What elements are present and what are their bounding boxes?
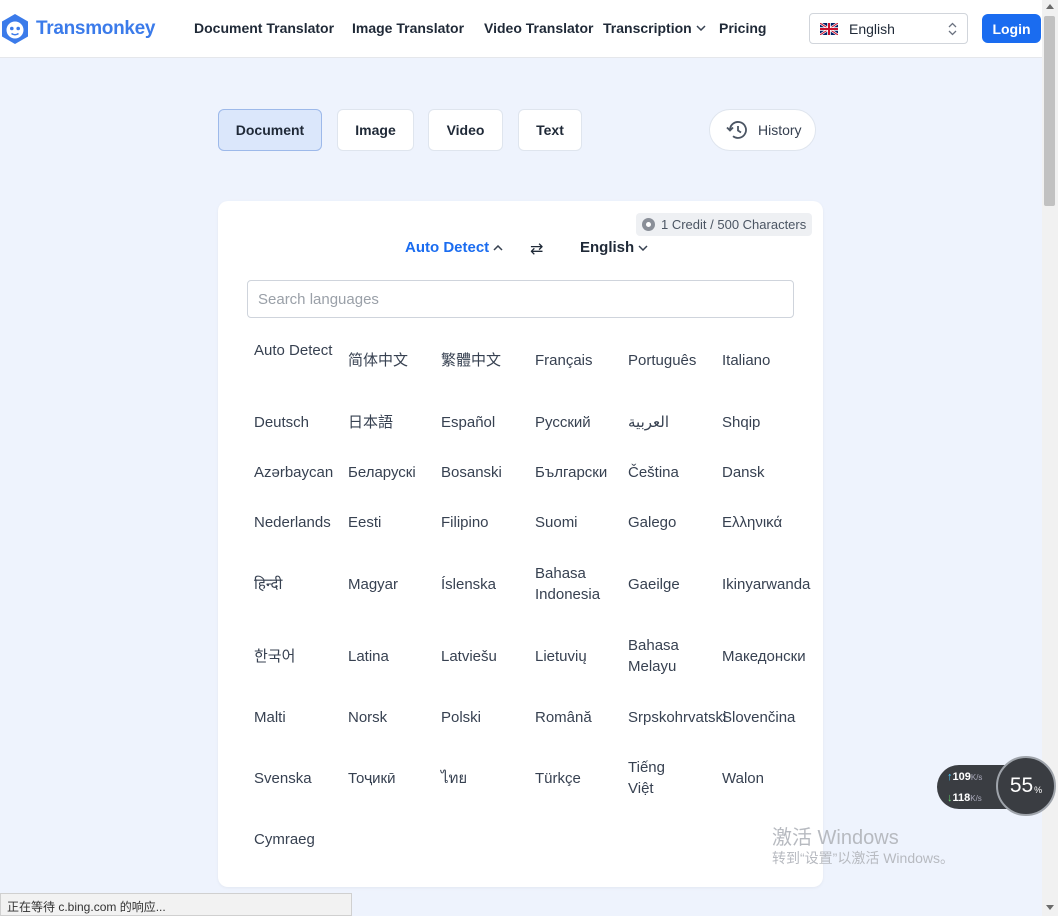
tab-image[interactable]: Image [337, 109, 414, 151]
monkey-logo-icon [2, 14, 28, 44]
nav-transcription-label: Transcription [603, 20, 692, 36]
select-updown-icon [948, 22, 957, 36]
chevron-down-icon [638, 245, 648, 251]
target-language-select[interactable]: English [580, 239, 648, 256]
upload-speed: ↑109K/s [947, 771, 982, 783]
tab-text[interactable]: Text [518, 109, 582, 151]
language-option[interactable]: Română [535, 707, 627, 728]
nav-transcription[interactable]: Transcription [603, 20, 706, 36]
language-option[interactable]: Gaeilge [628, 574, 720, 595]
language-option[interactable]: Тоҷикӣ [348, 768, 440, 789]
uk-flag-icon [820, 22, 838, 35]
language-option[interactable]: Norsk [348, 707, 440, 728]
language-option[interactable]: हिन्दी [254, 574, 346, 595]
chevron-up-icon [493, 245, 503, 251]
language-option[interactable]: Français [535, 350, 627, 371]
language-option[interactable]: Eesti [348, 512, 440, 533]
language-option[interactable]: Русский [535, 412, 627, 433]
language-option[interactable]: Македонски [722, 646, 817, 667]
cpu-usage-unit: % [1034, 785, 1043, 795]
language-option[interactable]: Filipino [441, 512, 533, 533]
tab-video[interactable]: Video [428, 109, 503, 151]
nav-document-translator[interactable]: Document Translator [194, 20, 334, 36]
language-option[interactable]: Auto Detect [254, 340, 346, 361]
language-option[interactable]: Ελληνικά [722, 512, 814, 533]
language-option[interactable]: Español [441, 412, 533, 433]
language-option[interactable]: Svenska [254, 768, 346, 789]
nav-video-translator[interactable]: Video Translator [484, 20, 593, 36]
language-option[interactable]: Português [628, 350, 720, 371]
swap-languages-icon[interactable]: ⇄ [530, 239, 543, 259]
language-option[interactable]: Български [535, 462, 627, 483]
nav-image-translator[interactable]: Image Translator [352, 20, 464, 36]
top-header: Transmonkey Document Translator Image Tr… [0, 0, 1042, 58]
tab-document[interactable]: Document [218, 109, 322, 151]
download-unit: K/s [970, 794, 982, 803]
language-option[interactable]: Deutsch [254, 412, 346, 433]
cpu-usage-value: 55 [1009, 774, 1034, 797]
language-option[interactable]: Walon [722, 768, 814, 789]
language-option[interactable]: Íslenska [441, 574, 533, 595]
brand-logo[interactable]: Transmonkey [0, 12, 156, 46]
credit-text: 1 Credit / 500 Characters [661, 217, 807, 232]
windows-watermark-subtitle: 转到“设置”以激活 Windows。 [772, 850, 955, 866]
language-option[interactable]: Shqip [722, 412, 814, 433]
language-option[interactable]: Dansk [722, 462, 814, 483]
scroll-down-arrow-icon[interactable] [1046, 905, 1054, 910]
coin-icon [642, 218, 655, 231]
brand-name: Transmonkey [36, 18, 156, 39]
windows-watermark-title: 激活 Windows [772, 827, 899, 849]
nav-pricing[interactable]: Pricing [719, 20, 766, 36]
language-option[interactable]: Беларускі [348, 462, 440, 483]
language-option[interactable]: Cymraeg [254, 829, 346, 850]
download-value: 118 [952, 792, 971, 804]
login-button[interactable]: Login [982, 14, 1041, 43]
source-language-label: Auto Detect [405, 239, 490, 256]
credit-badge: 1 Credit / 500 Characters [636, 213, 813, 236]
ui-language-select[interactable]: English [809, 13, 968, 44]
language-option[interactable]: Galego [628, 512, 720, 533]
language-option[interactable]: العربية [628, 412, 720, 433]
language-option[interactable]: Slovenčina [722, 707, 817, 728]
language-option[interactable]: Lietuvių [535, 646, 627, 667]
language-option[interactable]: Bahasa Melayu [628, 635, 703, 677]
language-option[interactable]: Ikinyarwanda [722, 574, 817, 595]
language-option[interactable]: 日本語 [348, 412, 440, 433]
language-option[interactable]: Malti [254, 707, 346, 728]
scroll-up-arrow-icon[interactable] [1046, 4, 1054, 9]
search-languages-input[interactable] [247, 280, 794, 318]
scroll-thumb[interactable] [1044, 16, 1055, 206]
language-option[interactable]: Polski [441, 707, 533, 728]
browser-status-bar: 正在等待 c.bing.com 的响应... [0, 893, 352, 916]
history-label: History [758, 122, 802, 138]
language-option[interactable]: Latina [348, 646, 440, 667]
language-option[interactable]: Bosanski [441, 462, 533, 483]
ui-language-label: English [849, 20, 895, 37]
upload-unit: K/s [970, 773, 983, 782]
history-button[interactable]: History [709, 109, 816, 151]
language-option[interactable]: 简体中文 [348, 350, 440, 371]
download-speed: ↓118K/s [947, 792, 982, 804]
language-option[interactable]: Latviešu [441, 646, 533, 667]
language-option[interactable]: Tiếng Việt [628, 757, 676, 799]
history-icon [726, 121, 747, 139]
language-option[interactable]: Italiano [722, 350, 814, 371]
language-option[interactable]: 繁體中文 [441, 350, 533, 371]
source-language-select[interactable]: Auto Detect [405, 239, 503, 256]
upload-value: 109 [952, 771, 971, 783]
chevron-down-icon [696, 25, 706, 31]
language-option[interactable]: Bahasa Indonesia [535, 563, 627, 605]
language-option[interactable]: ไทย [441, 768, 533, 789]
language-option[interactable]: Magyar [348, 574, 440, 595]
language-option[interactable]: Čeština [628, 462, 720, 483]
language-option[interactable]: 한국어 [254, 646, 346, 667]
target-language-label: English [580, 239, 635, 256]
language-option[interactable]: Suomi [535, 512, 627, 533]
language-option[interactable]: Türkçe [535, 768, 627, 789]
cpu-usage-gauge[interactable]: 55% [996, 756, 1056, 816]
